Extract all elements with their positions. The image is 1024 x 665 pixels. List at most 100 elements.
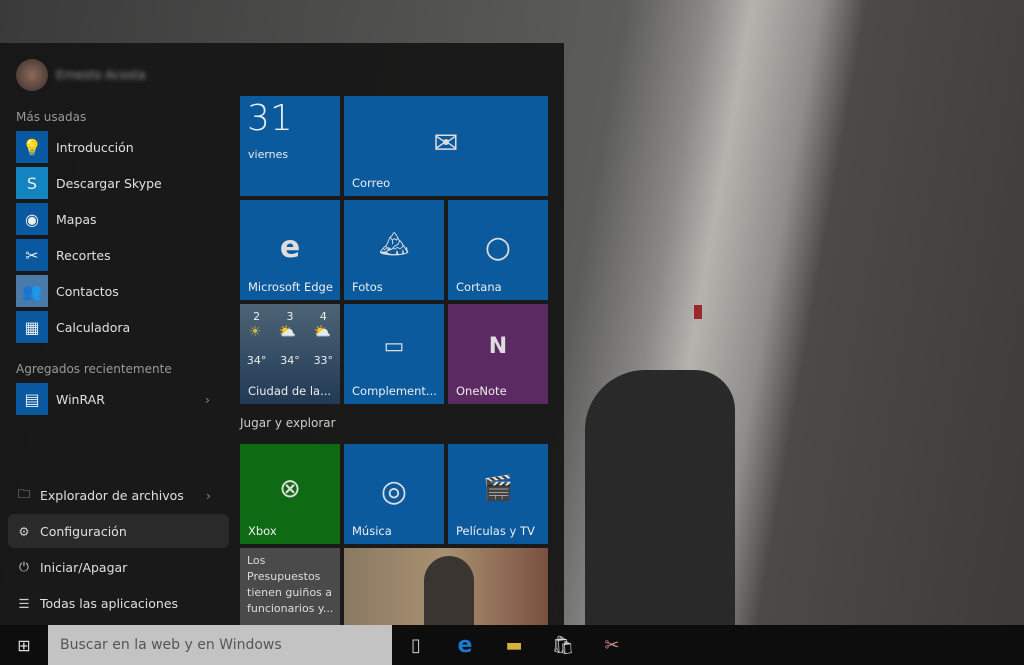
file-explorer-button[interactable]: 🗀 Explorador de archivos › <box>8 478 229 512</box>
music-icon: ◎ <box>380 474 408 509</box>
app-winrar[interactable]: ▤ WinRAR › <box>16 383 216 415</box>
mail-icon: ✉ <box>433 126 459 161</box>
weather-temp: 33° <box>313 354 334 367</box>
app-label: Calculadora <box>56 319 131 335</box>
news-headline: Los Presupuestos tienen guiños a funcion… <box>247 554 334 615</box>
avatar <box>16 59 48 91</box>
tile-mail[interactable]: ✉ Correo <box>344 96 548 196</box>
winrar-icon: ▤ <box>16 383 48 415</box>
app-label: WinRAR <box>56 391 105 407</box>
weather-day: 4 <box>319 310 327 323</box>
sun-icon: ☀ <box>248 324 262 340</box>
label: Iniciar/Apagar <box>40 559 128 575</box>
tile-label: Música <box>352 524 392 538</box>
tile-label: Microsoft Edge <box>248 280 333 294</box>
label: Explorador de archivos <box>40 487 184 503</box>
taskbar: ⊞ Buscar en la web y en Windows ▯ e ▬ 🛍 … <box>0 625 1024 665</box>
tile-xbox[interactable]: ⊗ Xbox <box>240 444 340 544</box>
tile-label: Complement... <box>352 384 437 398</box>
tile-music[interactable]: ◎ Música <box>344 444 444 544</box>
settings-button[interactable]: ⚙ Configuración <box>8 514 229 548</box>
most-used-heading: Más usadas <box>16 110 87 124</box>
task-view-icon: ▯ <box>411 634 421 656</box>
cortana-icon: ○ <box>484 230 512 265</box>
skype-icon: S <box>16 167 48 199</box>
app-contactos[interactable]: 👥 Contactos <box>16 275 216 307</box>
user-account[interactable]: Ernesto Acosta <box>16 59 146 91</box>
app-mapas[interactable]: ◉ Mapas <box>16 203 216 235</box>
app-introduccion[interactable]: 💡 Introducción <box>16 131 216 163</box>
lightbulb-icon: 💡 <box>16 131 48 163</box>
calculator-icon: ▦ <box>16 311 48 343</box>
chevron-right-icon[interactable]: › <box>205 392 210 407</box>
snipping-taskbar-button[interactable]: ✂ <box>588 625 636 665</box>
list-icon: ☰ <box>18 595 30 611</box>
edge-icon: e <box>279 230 301 265</box>
start-button[interactable]: ⊞ <box>0 625 48 665</box>
tile-label: Xbox <box>248 524 277 538</box>
folder-icon: ▬ <box>505 634 523 656</box>
weather-day: 2 <box>253 310 261 323</box>
all-apps-button[interactable]: ☰ Todas las aplicaciones <box>8 586 229 620</box>
app-label: Recortes <box>56 247 111 263</box>
xbox-icon: ⊗ <box>279 474 301 504</box>
clapperboard-icon: 🎬 <box>483 474 513 502</box>
label: Configuración <box>40 523 127 539</box>
tile-label: Películas y TV <box>456 524 535 538</box>
app-label: Introducción <box>56 139 134 155</box>
gear-icon: ⚙ <box>18 523 30 539</box>
calendar-day: 31 <box>247 98 293 139</box>
tile-companion[interactable]: ▭ Complement... <box>344 304 444 404</box>
tile-label: Ciudad de la... <box>248 384 332 398</box>
weather-temp: 34° <box>280 354 300 367</box>
tile-onenote[interactable]: N OneNote <box>448 304 548 404</box>
app-label: Mapas <box>56 211 97 227</box>
app-calculadora[interactable]: ▦ Calculadora <box>16 311 216 343</box>
tile-calendar[interactable]: 31 viernes <box>240 96 340 196</box>
windows-logo-icon: ⊞ <box>17 635 31 655</box>
tile-edge[interactable]: e Microsoft Edge <box>240 200 340 300</box>
weather-temp: 34° <box>246 354 267 367</box>
edge-taskbar-button[interactable]: e <box>441 625 489 665</box>
edge-icon: e <box>457 632 473 658</box>
recent-heading: Agregados recientemente <box>16 362 172 376</box>
photos-icon: 🏔 <box>378 230 410 258</box>
weather-day: 3 <box>286 310 294 323</box>
search-box[interactable]: Buscar en la web y en Windows <box>48 625 392 665</box>
tile-cortana[interactable]: ○ Cortana <box>448 200 548 300</box>
store-taskbar-button[interactable]: 🛍 <box>539 625 587 665</box>
file-explorer-taskbar-button[interactable]: ▬ <box>490 625 538 665</box>
app-label: Descargar Skype <box>56 175 162 191</box>
background-rock <box>585 370 735 625</box>
app-label: Contactos <box>56 283 119 299</box>
app-skype[interactable]: S Descargar Skype <box>16 167 216 199</box>
tile-label: OneNote <box>456 384 507 398</box>
power-button[interactable]: ⏻ Iniciar/Apagar <box>8 550 229 584</box>
tile-photos[interactable]: 🏔 Fotos <box>344 200 444 300</box>
calendar-weekday: viernes <box>248 148 289 161</box>
people-icon: 👥 <box>16 275 48 307</box>
app-recortes[interactable]: ✂ Recortes <box>16 239 216 271</box>
onenote-icon: N <box>488 334 508 359</box>
start-menu: Ernesto Acosta Más usadas 💡 Introducción … <box>0 43 564 625</box>
store-icon: 🛍 <box>551 634 575 656</box>
tile-label: Cortana <box>456 280 502 294</box>
partly-cloudy-icon: ⛅ <box>313 324 332 340</box>
file-explorer-icon: 🗀 <box>17 485 31 501</box>
tile-news[interactable]: Los Presupuestos tienen guiños a funcion… <box>240 548 340 625</box>
snipping-icon: ✂ <box>604 634 620 656</box>
tile-label: Correo <box>352 176 391 190</box>
label: Todas las aplicaciones <box>40 595 179 611</box>
tile-weather[interactable]: 2 3 4 ☀ ⛅ ⛅ 34° 34° 33° Ciudad de la... <box>240 304 340 404</box>
maps-icon: ◉ <box>16 203 48 235</box>
news-photo-person <box>424 556 474 625</box>
chevron-right-icon[interactable]: › <box>206 488 211 503</box>
task-view-button[interactable]: ▯ <box>392 625 440 665</box>
partly-cloudy-icon: ⛅ <box>278 324 297 340</box>
snipping-icon: ✂ <box>16 239 48 271</box>
power-icon: ⏻ <box>19 559 29 574</box>
tile-label: Fotos <box>352 280 383 294</box>
tile-movies[interactable]: 🎬 Películas y TV <box>448 444 548 544</box>
tile-news-photo[interactable] <box>344 548 548 625</box>
background-climber <box>694 305 702 319</box>
